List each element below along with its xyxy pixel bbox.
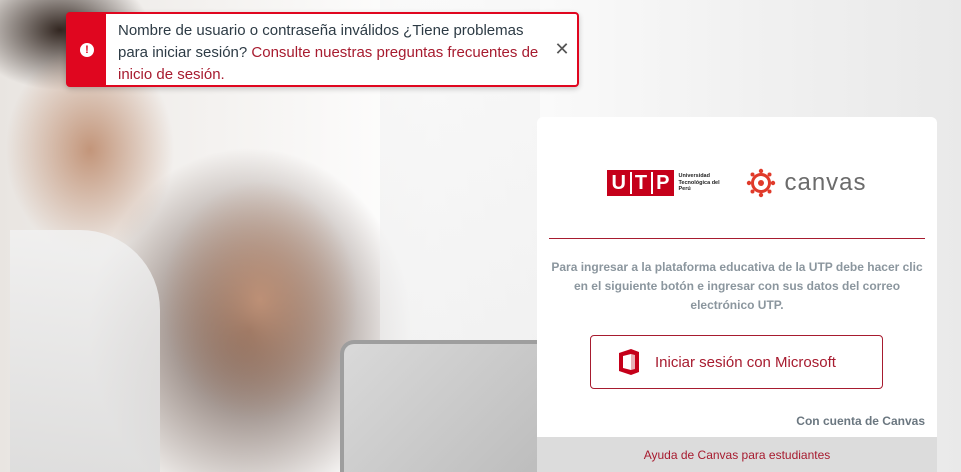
error-alert: ! Nombre de usuario o contraseña inválid… (66, 12, 579, 87)
canvas-logo-icon (747, 168, 776, 198)
microsoft-login-label: Iniciar sesión con Microsoft (655, 353, 836, 371)
logos-row: U T P Universidad Tecnológica del Perú c… (537, 166, 937, 200)
exclamation-icon: ! (80, 42, 94, 57)
utp-letter-u: U (611, 172, 627, 194)
utp-subtitle: Universidad Tecnológica del Perú (678, 173, 720, 193)
microsoft-login-button[interactable]: Iniciar sesión con Microsoft (590, 335, 883, 389)
student-help-link[interactable]: Ayuda de Canvas para estudiantes (644, 448, 831, 462)
utp-logo: U T P Universidad Tecnológica del Perú (607, 170, 720, 196)
canvas-logo: canvas (746, 168, 866, 198)
login-panel: U T P Universidad Tecnológica del Perú c… (537, 117, 937, 472)
background-laptop (340, 340, 540, 472)
utp-letter-p: P (656, 172, 671, 194)
login-instructions: Para ingresar a la plataforma educativa … (551, 260, 923, 312)
divider (549, 238, 925, 239)
alert-message: Nombre de usuario o contraseña inválidos… (106, 14, 547, 85)
alert-icon-bar: ! (68, 14, 106, 85)
canvas-wordmark: canvas (784, 169, 867, 196)
utp-letter-t: T (634, 172, 649, 194)
background-figure (10, 230, 160, 472)
office-icon (619, 349, 639, 375)
help-bar: Ayuda de Canvas para estudiantes (537, 437, 937, 472)
close-icon[interactable]: ✕ (547, 14, 577, 85)
utp-letters: U T P (607, 170, 675, 196)
canvas-account-link[interactable]: Con cuenta de Canvas (796, 414, 925, 428)
